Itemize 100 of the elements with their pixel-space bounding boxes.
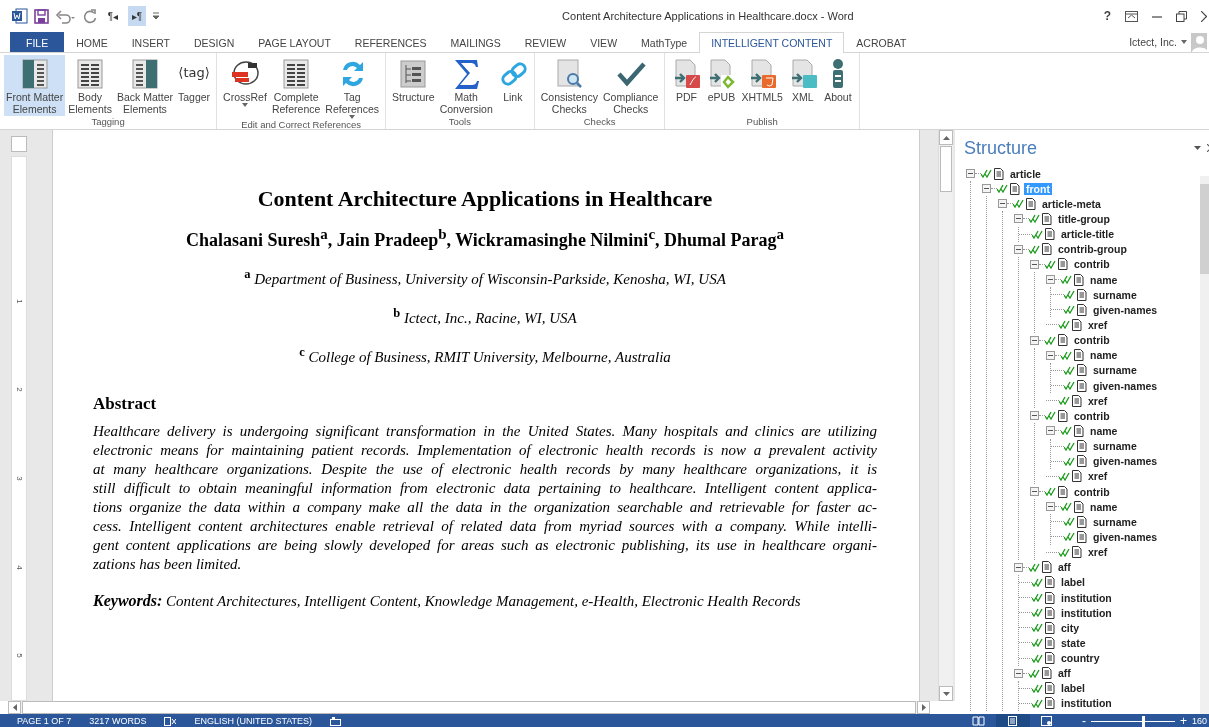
ribbon-tab[interactable]: PAGE LAYOUT bbox=[246, 32, 343, 52]
tree-node[interactable]: contrib bbox=[1072, 409, 1112, 422]
ribbon-button[interactable]: Back Matter Elements bbox=[114, 55, 175, 116]
collapse-toggle[interactable] bbox=[1046, 426, 1055, 436]
ribbon-button[interactable]: PDF bbox=[669, 55, 704, 116]
tree-node[interactable]: surname bbox=[1091, 364, 1139, 377]
ribbon-button[interactable]: Compliance Checks bbox=[600, 55, 661, 116]
tree-node[interactable]: state bbox=[1059, 636, 1088, 649]
collapse-toggle[interactable] bbox=[998, 199, 1007, 209]
tree-node[interactable]: name bbox=[1088, 349, 1120, 362]
ribbon-button[interactable]: Front Matter Elements bbox=[4, 55, 66, 116]
tree-node[interactable]: title-group bbox=[1056, 213, 1112, 225]
caret-icon[interactable] bbox=[242, 103, 248, 107]
scroll-up-icon[interactable] bbox=[942, 135, 950, 140]
tree-node[interactable]: article bbox=[1008, 167, 1043, 180]
account-name[interactable]: Ictect, Inc. bbox=[1129, 36, 1177, 48]
tree-node[interactable]: surname bbox=[1091, 288, 1139, 301]
scroll-right-icon[interactable] bbox=[921, 704, 926, 711]
collapse-toggle[interactable] bbox=[1014, 214, 1023, 224]
collapse-toggle[interactable] bbox=[1014, 668, 1023, 678]
caret-icon[interactable] bbox=[1181, 40, 1187, 44]
tree-node[interactable]: xref bbox=[1086, 394, 1110, 407]
ribbon-tab[interactable]: REFERENCES bbox=[342, 32, 439, 52]
tree-node[interactable]: article-title bbox=[1059, 228, 1117, 241]
macro-record-icon[interactable] bbox=[330, 716, 342, 726]
tree-node[interactable]: surname bbox=[1091, 440, 1139, 453]
collapse-toggle[interactable] bbox=[1030, 411, 1039, 421]
collapse-toggle[interactable] bbox=[1046, 275, 1055, 285]
save-icon[interactable] bbox=[34, 8, 49, 24]
scroll-thumb[interactable] bbox=[940, 146, 952, 192]
collapse-toggle[interactable] bbox=[982, 184, 991, 194]
ribbon-tab[interactable]: MathType bbox=[629, 32, 700, 52]
pane-scrollbar[interactable] bbox=[1200, 176, 1209, 714]
ribbon-button[interactable]: Body Elements bbox=[66, 55, 114, 116]
globe-page-icon[interactable] bbox=[1040, 716, 1054, 726]
zoom-out-button[interactable]: - bbox=[1081, 714, 1086, 727]
ribbon-button[interactable]: Link bbox=[495, 55, 530, 116]
tree-node[interactable]: country bbox=[1059, 652, 1102, 665]
page-count[interactable]: PAGE 1 OF 7 bbox=[17, 716, 72, 726]
collapse-toggle[interactable] bbox=[1030, 259, 1039, 269]
vertical-scrollbar[interactable] bbox=[938, 130, 953, 701]
paragraph-mark-button[interactable]: ¶◂ bbox=[104, 6, 122, 26]
tree-node[interactable]: city bbox=[1059, 621, 1082, 634]
ribbon-button[interactable]: Complete Reference bbox=[269, 55, 323, 119]
tree-node[interactable]: xref bbox=[1086, 318, 1110, 331]
collapse-toggle[interactable] bbox=[1014, 244, 1023, 254]
ribbon-button[interactable]: Math Conversion bbox=[437, 55, 495, 116]
ribbon-button[interactable]: ⟨tag⟩ Tagger bbox=[176, 55, 213, 116]
undo-icon[interactable] bbox=[55, 8, 77, 24]
tree-node[interactable]: name bbox=[1088, 500, 1120, 513]
ribbon-button[interactable]: XHTML5 bbox=[739, 55, 785, 116]
tree-node[interactable]: aff bbox=[1056, 561, 1073, 574]
proofing-icon[interactable] bbox=[164, 716, 177, 726]
redo-icon[interactable] bbox=[83, 8, 98, 24]
ribbon-display-icon[interactable] bbox=[1125, 10, 1138, 22]
customize-icon[interactable] bbox=[152, 11, 160, 21]
ribbon-tab[interactable]: ACROBAT bbox=[844, 32, 919, 52]
close-icon[interactable] bbox=[1201, 10, 1207, 22]
collapse-toggle[interactable] bbox=[1030, 335, 1039, 345]
tree-node[interactable]: given-names bbox=[1091, 455, 1160, 468]
ribbon-button[interactable]: Tag References bbox=[323, 55, 382, 119]
ribbon-tab[interactable]: REVIEW bbox=[512, 32, 579, 52]
tree-node[interactable]: label bbox=[1059, 682, 1087, 695]
ribbon-tab[interactable]: VIEW bbox=[578, 32, 630, 52]
tree-node[interactable]: label bbox=[1059, 576, 1087, 589]
ribbon-tab[interactable]: INSERT bbox=[119, 32, 182, 52]
tree-node[interactable]: contrib bbox=[1072, 258, 1112, 271]
tree-node[interactable]: aff bbox=[1056, 667, 1073, 680]
tree-node[interactable]: institution bbox=[1059, 606, 1114, 619]
tree-node[interactable]: contrib-group bbox=[1056, 243, 1129, 256]
tree-node[interactable]: article-meta bbox=[1040, 197, 1103, 210]
ribbon-tab[interactable]: MAILINGS bbox=[438, 32, 513, 52]
collapse-toggle[interactable] bbox=[966, 169, 975, 179]
collapse-toggle[interactable] bbox=[1030, 487, 1039, 496]
ribbon-button[interactable]: About bbox=[820, 55, 855, 116]
paragraph-mark-button[interactable]: ▸¶ bbox=[128, 6, 146, 26]
dropdown-icon[interactable] bbox=[1194, 146, 1201, 150]
zoom-in-button[interactable]: + bbox=[1179, 714, 1187, 727]
zoom-level[interactable]: 160 bbox=[1191, 716, 1207, 726]
tree-node[interactable]: name bbox=[1088, 424, 1120, 437]
tree-node[interactable]: xref bbox=[1086, 546, 1110, 559]
tree-node[interactable]: given-names bbox=[1091, 303, 1160, 316]
tree-node[interactable]: surname bbox=[1091, 515, 1139, 528]
tree-node[interactable]: institution bbox=[1059, 697, 1114, 710]
tree-node[interactable]: institution bbox=[1059, 591, 1114, 604]
ribbon-button[interactable]: ePUB bbox=[704, 55, 739, 116]
ribbon-button[interactable]: Structure bbox=[390, 55, 437, 116]
slider-thumb[interactable] bbox=[1142, 715, 1146, 727]
ribbon-tab[interactable]: FILE bbox=[10, 32, 65, 52]
page-icon[interactable] bbox=[1006, 716, 1020, 726]
ribbon-button[interactable]: Consistency Checks bbox=[538, 55, 600, 116]
tree-node[interactable]: given-names bbox=[1091, 530, 1160, 543]
tree-node[interactable]: contrib bbox=[1072, 334, 1112, 347]
view-mode-button[interactable] bbox=[995, 714, 1030, 727]
scroll-left-icon[interactable] bbox=[12, 704, 17, 711]
scroll-down-icon[interactable] bbox=[942, 691, 950, 696]
tree-node[interactable]: given-names bbox=[1091, 379, 1160, 392]
ribbon-button[interactable]: XML bbox=[785, 55, 820, 116]
ribbon-tab[interactable]: HOME bbox=[64, 32, 120, 52]
ribbon-tab[interactable]: DESIGN bbox=[182, 32, 247, 52]
